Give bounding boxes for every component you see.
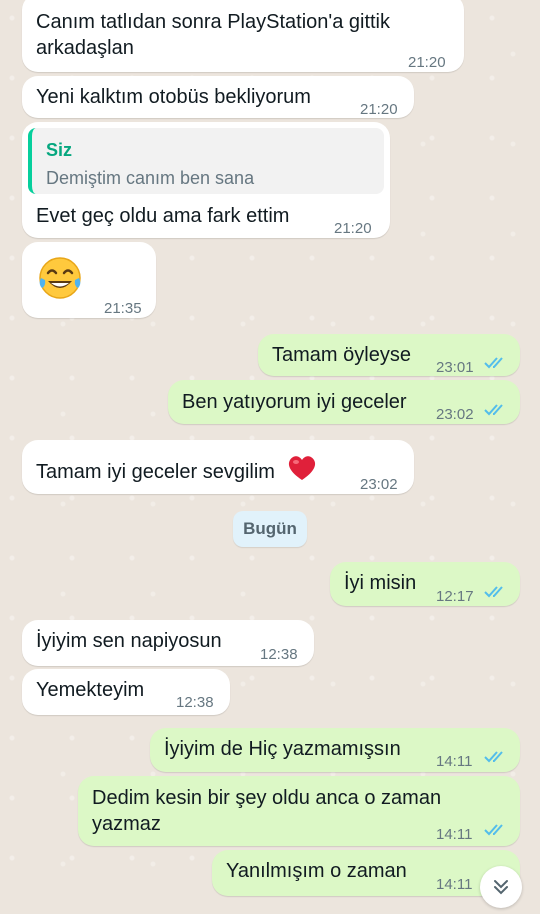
message-text: Tamam iyi geceler sevgilim: [36, 454, 317, 485]
message-text: Dedim kesin bir şey oldu anca o zaman: [92, 787, 442, 809]
message-text: Yemekteyim: [36, 679, 145, 701]
message-text: İyiyim de Hiç yazmamışsın: [164, 738, 401, 760]
message-text: İyi misin: [344, 572, 417, 594]
message-incoming-emoji[interactable]: 21:35: [22, 242, 156, 318]
message-text-content: Tamam iyi geceler sevgilim: [36, 461, 275, 483]
message-incoming[interactable]: Yemekteyim 12:38: [22, 669, 230, 715]
message-time: 21:20: [360, 101, 398, 118]
message-outgoing[interactable]: Ben yatıyorum iyi geceler 23:02: [168, 380, 520, 424]
message-text: İyiyim sen napiyosun: [36, 630, 222, 652]
message-text: arkadaşlan: [36, 37, 134, 59]
message-incoming[interactable]: Canım tatlıdan sonra PlayStation'a gitti…: [22, 0, 464, 72]
date-separator: Bugün: [233, 511, 307, 547]
quoted-message[interactable]: Siz Demiştim canım ben sana: [28, 128, 384, 194]
message-outgoing[interactable]: Dedim kesin bir şey oldu anca o zaman ya…: [78, 776, 520, 846]
read-ticks-icon: [484, 356, 508, 370]
chevron-double-down-icon: [494, 880, 508, 895]
scroll-to-bottom-button[interactable]: [480, 866, 522, 908]
red-heart-icon: [288, 456, 315, 480]
message-outgoing[interactable]: Tamam öyleyse 23:01: [258, 334, 520, 376]
message-incoming[interactable]: İyiyim sen napiyosun 12:38: [22, 620, 314, 666]
message-time: 12:38: [260, 646, 298, 663]
message-time: 14:11: [436, 753, 473, 770]
message-outgoing[interactable]: Yanılmışım o zaman 14:11: [212, 850, 520, 896]
message-incoming[interactable]: Yeni kalktım otobüs bekliyorum 21:20: [22, 76, 414, 118]
message-time: 21:35: [104, 300, 142, 317]
message-text: Evet geç oldu ama fark ettim: [36, 205, 290, 227]
message-incoming[interactable]: Tamam iyi geceler sevgilim 23:02: [22, 440, 414, 494]
quote-text: Demiştim canım ben sana: [46, 168, 255, 188]
message-outgoing[interactable]: İyi misin 12:17: [330, 562, 520, 606]
message-time: 12:17: [436, 588, 474, 605]
quote-author: Siz: [46, 140, 73, 160]
read-ticks-icon: [484, 403, 508, 417]
message-text: Yeni kalktım otobüs bekliyorum: [36, 86, 311, 108]
message-time: 23:02: [360, 476, 398, 493]
message-text: Ben yatıyorum iyi geceler: [182, 391, 407, 413]
message-time: 23:01: [436, 359, 474, 376]
read-ticks-icon: [484, 750, 508, 764]
message-text: Yanılmışım o zaman: [226, 860, 407, 882]
message-text: Canım tatlıdan sonra PlayStation'a gitti…: [36, 11, 391, 33]
message-time: 21:20: [408, 54, 446, 71]
message-time: 21:20: [334, 220, 372, 237]
read-ticks-icon: [484, 823, 508, 837]
face-with-tears-of-joy-icon: [39, 257, 81, 299]
message-time: 12:38: [176, 694, 214, 711]
message-incoming-reply[interactable]: Siz Demiştim canım ben sana Evet geç old…: [22, 122, 390, 238]
message-outgoing[interactable]: İyiyim de Hiç yazmamışsın 14:11: [150, 728, 520, 772]
message-text: yazmaz: [92, 813, 161, 835]
message-time: 14:11: [436, 826, 473, 843]
message-text: Tamam öyleyse: [272, 344, 411, 366]
read-ticks-icon: [484, 585, 508, 599]
message-time: 23:02: [436, 406, 474, 423]
message-time: 14:11: [436, 876, 473, 893]
